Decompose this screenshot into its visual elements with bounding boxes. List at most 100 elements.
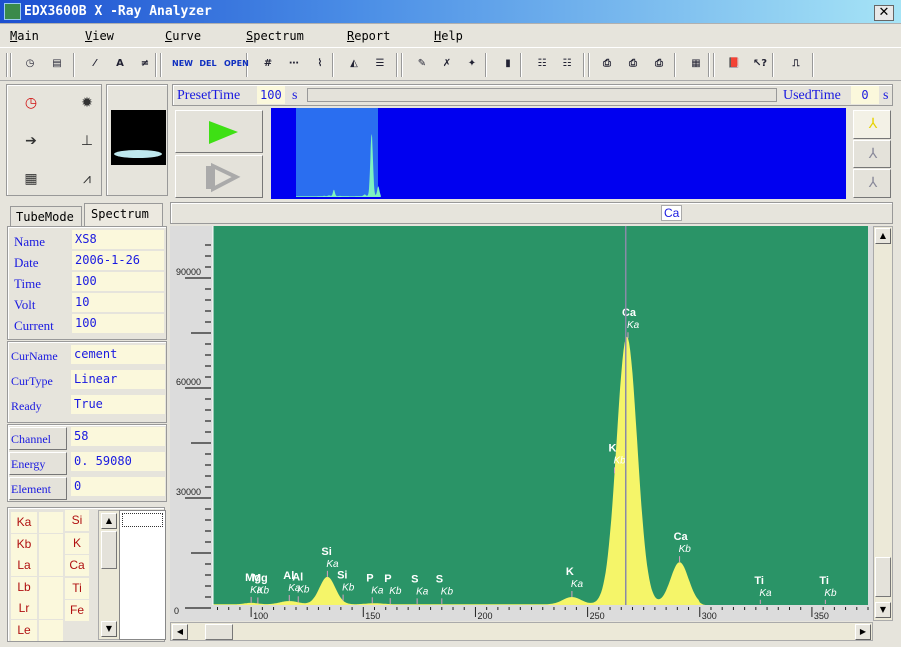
toolbar-separator xyxy=(332,53,334,77)
clock-icon[interactable]: ◷ xyxy=(22,94,40,112)
column-icon[interactable]: ▮ xyxy=(498,54,518,74)
peak-element-label: Mg xyxy=(252,572,268,584)
line-lr[interactable]: Lr xyxy=(11,598,37,619)
y-tick-label: 30000 xyxy=(176,487,201,497)
legend-icon[interactable]: ☰ xyxy=(370,54,390,74)
compare-chart-icon[interactable]: ⩘ xyxy=(78,170,96,188)
ratio-icon[interactable]: ≠ xyxy=(135,54,155,74)
scroll-thumb[interactable] xyxy=(101,531,117,569)
used-time-label: UsedTime xyxy=(783,88,841,103)
line-ka[interactable]: Ka xyxy=(11,512,37,533)
print-setup-icon[interactable]: ⎙ xyxy=(623,54,643,74)
peak-element-label: Ca xyxy=(622,307,637,319)
import-icon[interactable]: ➔ xyxy=(22,132,40,150)
chart-horizontal-scrollbar[interactable]: ◀ ▶ xyxy=(170,622,873,641)
info-value-element: 0 xyxy=(71,477,165,496)
view-linear-button[interactable]: ⅄ xyxy=(853,110,891,139)
element-k[interactable]: K xyxy=(65,532,89,554)
scroll-down-icon[interactable]: ▼ xyxy=(101,621,117,637)
menu-main[interactable]: Main xyxy=(10,29,39,43)
spectrum-overview[interactable] xyxy=(271,108,846,199)
doc-delete-icon[interactable]: ✗ xyxy=(437,54,457,74)
toolbar-separator xyxy=(160,53,162,77)
line-chart-icon[interactable]: ⌇ xyxy=(310,54,330,74)
dotted-list-icon[interactable]: ☷ xyxy=(557,54,577,74)
continue-button[interactable] xyxy=(175,155,263,198)
line-kb[interactable]: Kb xyxy=(11,533,37,555)
scroll-up-icon[interactable]: ▲ xyxy=(101,513,117,529)
info-label-channel[interactable]: Channel xyxy=(9,427,67,450)
whats-this-icon[interactable]: ↖? xyxy=(750,54,770,74)
line-le[interactable]: Le xyxy=(11,619,37,641)
line-lb[interactable]: Lb xyxy=(11,576,37,598)
peak-chart-icon[interactable]: ⊥ xyxy=(78,132,96,150)
open-curve-icon[interactable]: OPEN xyxy=(224,54,249,74)
menu-help[interactable]: Help xyxy=(434,29,463,43)
list-focus-item[interactable] xyxy=(122,513,163,527)
preset-time-input[interactable]: 100 xyxy=(257,86,285,104)
element-ca[interactable]: Ca xyxy=(65,555,89,576)
print-icon[interactable]: ⎙ xyxy=(597,54,617,74)
menu-report[interactable]: Report xyxy=(347,29,390,43)
cursor-info-panel: Channel 58 Energy 0. 59080 Element 0 xyxy=(7,424,167,502)
new-curve-icon[interactable]: NEW xyxy=(172,54,193,74)
tab-tubemode[interactable]: TubeMode xyxy=(10,206,82,226)
scroll-down-icon[interactable]: ▼ xyxy=(875,602,891,618)
toolbar-separator xyxy=(401,53,403,77)
report-icon[interactable]: ▤ xyxy=(47,54,67,74)
scroll-up-icon[interactable]: ▲ xyxy=(875,228,891,244)
info-label-energy[interactable]: Energy xyxy=(9,452,67,475)
view-log-button[interactable]: ⅄ xyxy=(853,140,891,168)
selected-elements-list[interactable] xyxy=(119,510,166,640)
exit-icon[interactable]: ⎍ xyxy=(786,54,806,74)
scroll-left-icon[interactable]: ◀ xyxy=(172,624,188,640)
plot-area[interactable] xyxy=(213,226,868,605)
menu-curve[interactable]: Curve xyxy=(165,29,201,43)
tab-spectrum[interactable]: Spectrum xyxy=(84,203,163,226)
toolbar-separator xyxy=(6,53,8,77)
font-icon[interactable]: A xyxy=(110,54,130,74)
y-tick-label: 90000 xyxy=(176,267,201,277)
dotted-chart-icon[interactable]: ⋯ xyxy=(284,54,304,74)
calculator-icon[interactable]: ▦ xyxy=(22,170,40,188)
element-fe[interactable]: Fe xyxy=(65,600,89,621)
peak-element-label: Ti xyxy=(819,575,829,587)
toolbar-separator xyxy=(708,53,710,77)
menu-view[interactable]: View xyxy=(85,29,114,43)
play-icon xyxy=(209,121,238,144)
line-blank-cell xyxy=(39,533,63,555)
view-sqrt-button[interactable]: ⅄ xyxy=(853,169,891,198)
triangle-icon[interactable]: ◭ xyxy=(344,54,364,74)
spectrum-chart[interactable]: 0 30000 60000 90000 100 150 200 250 300 350 Mg Ka Mg… xyxy=(170,226,873,621)
scroll-right-icon[interactable]: ▶ xyxy=(855,624,871,640)
doc-edit-icon[interactable]: ✎ xyxy=(412,54,432,74)
sample-image xyxy=(111,110,166,165)
menu-spectrum[interactable]: Spectrum xyxy=(246,29,304,43)
list-icon[interactable]: ☷ xyxy=(532,54,552,74)
delete-curve-icon[interactable]: DEL xyxy=(198,54,218,74)
grid-icon[interactable]: # xyxy=(258,54,278,74)
new-doc-icon[interactable]: ✹ xyxy=(78,94,96,112)
element-si[interactable]: Si xyxy=(65,510,89,531)
scroll-thumb[interactable] xyxy=(875,557,891,597)
scale-icon[interactable]: ⁄ xyxy=(85,54,105,74)
print-preview-icon[interactable]: ⎙ xyxy=(649,54,669,74)
element-ti[interactable]: Ti xyxy=(65,577,89,599)
spectrum-plot[interactable]: 0300006000090000100 150 200 250 300 350MgKaMg… xyxy=(170,226,873,621)
book-icon[interactable]: 📕 xyxy=(724,54,744,74)
info-label-element[interactable]: Element xyxy=(9,477,67,500)
scroll-thumb[interactable] xyxy=(205,624,233,640)
start-button[interactable] xyxy=(175,110,263,153)
close-button[interactable]: ✕ xyxy=(874,5,894,21)
toolbar-separator xyxy=(674,53,676,77)
line-la[interactable]: La xyxy=(11,555,37,576)
chart-vertical-scrollbar[interactable]: ▲ ▼ xyxy=(873,226,893,621)
doc-new-icon[interactable]: ✦ xyxy=(462,54,482,74)
used-time-unit: s xyxy=(883,88,889,103)
overview-view-window[interactable] xyxy=(296,108,378,197)
calculator-icon[interactable]: ▦ xyxy=(686,54,706,74)
element-scrollbar[interactable]: ▲ ▼ xyxy=(98,510,120,640)
toolbar-separator xyxy=(772,53,774,77)
clock-icon[interactable]: ◷ xyxy=(20,54,40,74)
line-blank-cell xyxy=(39,512,63,533)
